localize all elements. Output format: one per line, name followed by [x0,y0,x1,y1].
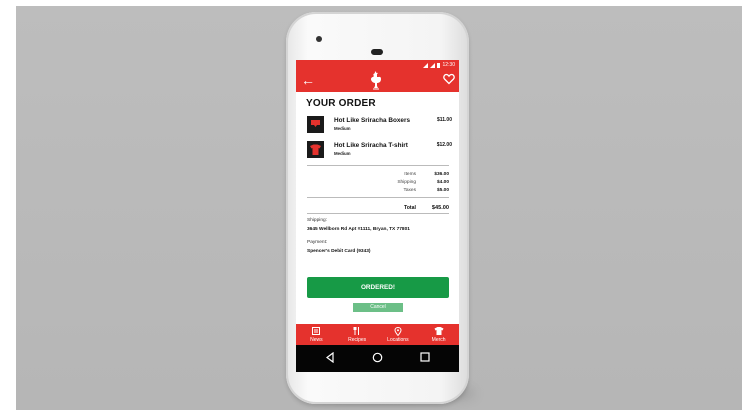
summary-label: Shipping [397,180,416,185]
front-camera [316,36,322,42]
location-pin-icon [394,327,402,336]
item-name: Hot Like Sriracha Boxers [334,117,411,124]
nav-label: Locations [387,337,409,343]
battery-icon [437,62,441,68]
nav-item-recipes[interactable]: Recipes [337,324,378,345]
utensils-icon [353,327,360,335]
heart-icon[interactable] [443,73,455,85]
rooster-icon [371,71,381,90]
shipping-label: Shipping: [307,218,328,223]
cancel-button[interactable]: Cancel [353,303,403,312]
item-size: Medium [334,151,351,156]
phone-device: 12:30 ← YOUR ORDER Hot Like Sriracha Box… [286,12,469,404]
system-navigation-bar [296,345,459,372]
nav-label: News [310,337,323,343]
divider [307,197,449,198]
status-bar: 12:30 [296,60,459,70]
summary-label: Taxes [403,188,416,193]
total-value: $45.00 [431,205,449,211]
tshirt-icon [434,327,444,335]
item-price: $12.00 [436,142,452,148]
page-title: YOUR ORDER [306,98,376,109]
ordered-button[interactable]: ORDERED! [307,277,449,298]
back-arrow-icon[interactable]: ← [301,72,315,88]
nav-label: Merch [431,337,446,343]
summary-row: Taxes $5.00 [307,188,449,195]
total-row: Total $45.00 [307,205,449,212]
shipping-address: 3645 Wellborn Rd Apt #1111, Bryan, TX 77… [307,227,410,232]
item-name: Hot Like Sriracha T-shirt [334,142,408,149]
total-label: Total [403,205,416,211]
summary-value: $4.00 [436,180,449,185]
signal-icon [430,62,436,68]
item-price: $11.00 [436,117,452,123]
nav-item-locations[interactable]: Locations [378,324,419,345]
earpiece-speaker [371,49,383,55]
summary-value: $5.00 [436,188,449,193]
nav-item-news[interactable]: News [296,324,337,345]
payment-method: Spencer's Debit Card (9343) [307,249,371,254]
boxers-thumbnail [307,116,324,133]
app-bar: ← [296,70,459,92]
nav-label: Recipes [348,337,367,343]
order-item[interactable]: Hot Like Sriracha Boxers Medium $11.00 [307,115,452,135]
bottom-navigation: News Recipes Locations Merch [296,324,459,345]
home-circle-icon[interactable] [372,352,383,363]
summary-value: $36.00 [434,172,449,177]
nav-item-merch[interactable]: Merch [418,324,459,345]
order-item[interactable]: Hot Like Sriracha T-shirt Medium $12.00 [307,140,452,160]
divider [307,165,449,166]
back-triangle-icon[interactable] [325,352,335,363]
status-time: 12:30 [442,62,455,68]
item-size: Medium [334,126,351,131]
recents-square-icon[interactable] [420,352,430,362]
summary-row: Shipping $4.00 [307,180,449,187]
wifi-icon [423,62,429,68]
summary-row: Items $36.00 [307,172,449,179]
summary-label: Items [404,172,416,177]
phone-screen: 12:30 ← YOUR ORDER Hot Like Sriracha Box… [296,60,459,372]
divider [307,213,449,214]
payment-label: Payment: [307,240,328,245]
news-icon [312,327,321,335]
tshirt-thumbnail [307,141,324,158]
